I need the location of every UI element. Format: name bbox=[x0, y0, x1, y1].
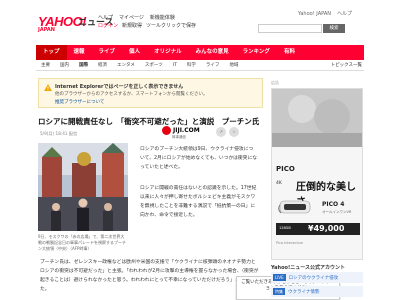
header-link[interactable]: ヘルプ bbox=[98, 14, 113, 21]
header-right-links: Yahoo! JAPAN ヘルプ bbox=[298, 10, 352, 18]
bookmark-icon[interactable]: ☆ bbox=[229, 127, 239, 137]
recommended-browser-link[interactable]: 推奨ブラウザーについて bbox=[55, 99, 104, 105]
subnav-item-international[interactable]: 国際 bbox=[74, 62, 93, 68]
source-name: JIJI.COM bbox=[173, 127, 200, 134]
article-photo[interactable] bbox=[38, 143, 128, 231]
header-login-links: ログイン 新規取得 ツールクリックで保存 bbox=[98, 22, 196, 29]
nav-item-original[interactable]: オリジナル bbox=[147, 45, 189, 60]
site-header: YAHOO! JAPAN ニュース ヘルプ マイページ 新機能体験 ログイン 新… bbox=[0, 0, 400, 44]
subnav-item-main[interactable]: 主要 bbox=[36, 62, 55, 68]
ad-price-tag: 128GB ¥49,000 bbox=[276, 223, 360, 235]
warning-icon bbox=[44, 84, 52, 91]
sidebar-item-ukraine-situation[interactable]: 特集 ウクライナ情勢 bbox=[271, 286, 363, 297]
article-paragraph: ロシアのプーチン大統領は9日、ウクライナ侵攻について、2月にロシアが始めなくても… bbox=[140, 147, 258, 170]
ad-slogan-4k: 4K bbox=[276, 181, 282, 186]
sidebar-ad[interactable]: PICO 4K 圧倒的な美しさ PICO 4 オールインワンVR 128GB ¥… bbox=[271, 88, 363, 260]
nav-item-breaking[interactable]: 速報 bbox=[67, 45, 92, 60]
article-paragraph: ロシアに開戦の責任はないとの認識を示した。17世紀以来に人々が押し寄せたボルシェ… bbox=[140, 186, 257, 218]
ad-brand: PICO bbox=[276, 165, 295, 173]
subnav-item-economy[interactable]: 経済 bbox=[93, 62, 112, 68]
ad-product: PICO 4 bbox=[322, 201, 345, 208]
header-top-links: ヘルプ マイページ 新機能体験 bbox=[98, 14, 175, 21]
feature-badge: 特集 bbox=[273, 288, 285, 295]
source-sub: 時事通信 bbox=[172, 135, 186, 139]
ie-warning-banner: Internet Explorerではページを正しく表示できません 他のブラウザ… bbox=[38, 78, 263, 108]
subnav-item-local[interactable]: 地域 bbox=[224, 62, 243, 68]
share-icon[interactable]: ↗ bbox=[216, 127, 226, 137]
yahoo-japan-link[interactable]: Yahoo! JAPAN bbox=[298, 11, 331, 17]
warning-body: 他のブラウザーからのアクセスするか、スマートフォンから閲覧ください。 bbox=[55, 92, 208, 97]
subnav-item-domestic[interactable]: 国内 bbox=[55, 62, 74, 68]
share-icons: ↗ ☆ bbox=[216, 127, 239, 137]
ad-label: 広告 bbox=[271, 80, 279, 85]
article-timestamp: 5/9(月) 18:41 配信 bbox=[40, 131, 78, 136]
signup-link[interactable]: 新規取得 bbox=[122, 22, 142, 29]
nav-item-ranking[interactable]: ランキング bbox=[236, 45, 277, 60]
vr-headset-icon bbox=[278, 200, 311, 214]
nav-item-paid[interactable]: 有料 bbox=[277, 45, 302, 60]
nav-item-top[interactable]: トップ bbox=[36, 45, 67, 60]
live-badge: LIVE bbox=[273, 274, 286, 281]
sidebar-heading: Yahoo!ニュース公式アカウント bbox=[271, 265, 345, 271]
sidebar-item-label: ロシアのウクライナ侵攻 bbox=[288, 275, 339, 281]
warning-title: Internet Explorerではページを正しく表示できません bbox=[55, 84, 184, 90]
article-paragraph: プーチン氏は、ゼレンスキー政権などは欧州や米国の支援で「ウクライナに核弾頭のネオ… bbox=[40, 260, 259, 292]
jiji-mark-icon bbox=[162, 126, 171, 135]
sidebar-item-ukraine-invasion[interactable]: LIVE ロシアのウクライナ侵攻 bbox=[271, 272, 363, 283]
subnav-item-it[interactable]: IT bbox=[168, 63, 182, 68]
ad-price-label: 128GB bbox=[279, 226, 291, 230]
sidebar-item-label: ウクライナ情勢 bbox=[288, 289, 320, 295]
ad-price: ¥49,000 bbox=[308, 224, 345, 233]
nav-item-live[interactable]: ライブ bbox=[92, 45, 123, 60]
subnav-item-life[interactable]: ライフ bbox=[201, 62, 225, 68]
yahoo-logo-sub: JAPAN bbox=[38, 27, 55, 33]
search-input[interactable] bbox=[258, 24, 322, 33]
subnav-item-sports[interactable]: スポーツ bbox=[140, 62, 168, 68]
tool-link[interactable]: ツールクリックで保存 bbox=[146, 22, 196, 29]
photo-caption: 9日、モスクワの「赤の広場」で、第二次世界大戦の戦勝記念日の軍事パレードを視察す… bbox=[38, 234, 126, 251]
nav-item-individual[interactable]: 個人 bbox=[122, 45, 147, 60]
subnav-item-entertainment[interactable]: エンタメ bbox=[112, 62, 140, 68]
search-button[interactable]: 検索 bbox=[323, 24, 345, 33]
sub-nav: 主要 国内 国際 経済 エンタメ スポーツ IT 科学 ライフ 地域 bbox=[36, 60, 364, 71]
nav-item-opinions[interactable]: みんなの意見 bbox=[189, 45, 236, 60]
header-link[interactable]: 新機能体験 bbox=[150, 14, 175, 21]
header-link[interactable]: マイページ bbox=[119, 14, 144, 21]
ad-image bbox=[272, 89, 362, 147]
help-link[interactable]: ヘルプ bbox=[337, 10, 352, 17]
ad-product-sub: オールインワンVR bbox=[322, 210, 352, 214]
subnav-item-science[interactable]: 科学 bbox=[182, 62, 201, 68]
article-title: ロシアに開戦責任なし 「衝突不可避だった」と演説 プーチン氏 bbox=[38, 117, 260, 126]
login-link[interactable]: ログイン bbox=[98, 22, 118, 29]
main-nav: トップ 速報 ライブ 個人 オリジナル みんなの意見 ランキング 有料 bbox=[36, 45, 364, 60]
topics-link[interactable]: トピックス一覧 bbox=[331, 62, 362, 68]
ad-advertiser: Pico Interactive bbox=[276, 241, 304, 245]
source-logo[interactable]: JIJI.COM bbox=[162, 126, 200, 135]
